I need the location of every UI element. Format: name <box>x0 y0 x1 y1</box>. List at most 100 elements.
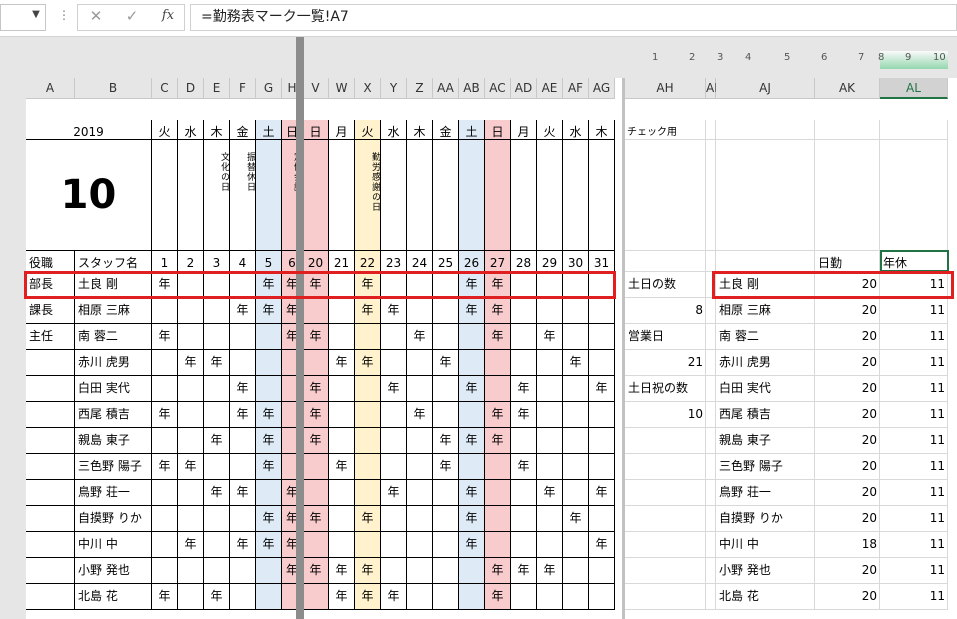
column-header-c[interactable]: C <box>152 78 178 99</box>
check-stat-cell[interactable]: 営業日 <box>625 324 706 350</box>
weekday-cell[interactable]: 水 <box>178 120 204 140</box>
leave-mark-cell[interactable]: 年 <box>256 402 282 428</box>
check-annual-leave-cell[interactable]: 11 <box>880 324 948 350</box>
check-annual-leave-cell[interactable]: 11 <box>880 584 948 610</box>
check-stat-cell[interactable] <box>625 584 706 610</box>
column-header-ab[interactable]: AB <box>459 78 485 99</box>
staff-name-cell[interactable]: 西尾 積吉 <box>75 402 152 428</box>
check-stat-cell[interactable] <box>625 558 706 584</box>
weekday-cell[interactable]: 火 <box>537 120 563 140</box>
check-annual-leave-cell[interactable]: 11 <box>880 298 948 324</box>
leave-mark-cell[interactable] <box>204 402 230 428</box>
insert-function-button[interactable]: fx <box>155 6 181 26</box>
leave-mark-cell[interactable] <box>204 298 230 324</box>
leave-mark-cell[interactable]: 年 <box>485 298 511 324</box>
leave-mark-cell[interactable]: 年 <box>433 428 459 454</box>
check-workdays-cell[interactable]: 20 <box>815 584 880 610</box>
check-staff-name-cell[interactable]: 自摸野 りか <box>716 506 815 532</box>
leave-mark-cell[interactable] <box>407 558 433 584</box>
check-stat-cell[interactable]: 21 <box>625 350 706 376</box>
leave-mark-cell[interactable] <box>152 558 178 584</box>
weekday-cell[interactable]: 土 <box>459 120 485 140</box>
weekday-cell[interactable]: 木 <box>407 120 433 140</box>
weekday-cell[interactable]: 火 <box>152 120 178 140</box>
day-number-cell[interactable]: 23 <box>381 251 407 272</box>
check-stat-cell[interactable] <box>625 428 706 454</box>
month-cell[interactable]: 10 <box>26 140 152 251</box>
column-header-y[interactable]: Y <box>381 78 407 99</box>
leave-mark-cell[interactable] <box>511 506 537 532</box>
leave-mark-cell[interactable] <box>459 584 485 610</box>
weekday-cell[interactable]: 木 <box>589 120 615 140</box>
check-workdays-cell[interactable]: 20 <box>815 324 880 350</box>
leave-mark-cell[interactable] <box>178 402 204 428</box>
leave-mark-cell[interactable]: 年 <box>256 454 282 480</box>
check-workdays-cell[interactable]: 20 <box>815 428 880 454</box>
leave-mark-cell[interactable] <box>355 480 381 506</box>
leave-mark-cell[interactable]: 年 <box>152 584 178 610</box>
column-header-z[interactable]: Z <box>407 78 433 99</box>
holiday-note-cell[interactable] <box>178 140 204 251</box>
staff-name-cell[interactable]: 北島 花 <box>75 584 152 610</box>
check-annual-leave-cell[interactable]: 11 <box>880 454 948 480</box>
leave-mark-cell[interactable] <box>381 532 407 558</box>
empty-cell[interactable] <box>706 324 716 350</box>
leave-mark-cell[interactable]: 年 <box>230 480 256 506</box>
holiday-note-cell[interactable] <box>589 140 615 251</box>
leave-mark-cell[interactable] <box>563 558 589 584</box>
leave-mark-cell[interactable] <box>485 350 511 376</box>
leave-mark-cell[interactable] <box>433 506 459 532</box>
column-header-b[interactable]: B <box>75 78 152 99</box>
leave-mark-cell[interactable] <box>433 532 459 558</box>
check-stat-cell[interactable] <box>625 506 706 532</box>
empty-cell[interactable] <box>706 140 716 251</box>
leave-mark-cell[interactable] <box>485 376 511 402</box>
empty-cell[interactable] <box>706 532 716 558</box>
leave-mark-cell[interactable] <box>433 324 459 350</box>
leave-mark-cell[interactable] <box>256 324 282 350</box>
staff-name-cell[interactable]: 小野 発也 <box>75 558 152 584</box>
leave-mark-cell[interactable] <box>152 350 178 376</box>
leave-mark-cell[interactable]: 年 <box>303 402 329 428</box>
leave-mark-cell[interactable]: 年 <box>485 428 511 454</box>
formula-bar-grip-icon[interactable]: ⋮ <box>58 8 70 26</box>
holiday-note-cell[interactable] <box>407 140 433 251</box>
check-workdays-cell[interactable]: 20 <box>815 506 880 532</box>
check-staff-name-cell[interactable]: 北島 花 <box>716 584 815 610</box>
empty-cell[interactable] <box>625 140 706 251</box>
staff-role-cell[interactable] <box>26 506 75 532</box>
leave-mark-cell[interactable] <box>511 428 537 454</box>
leave-mark-cell[interactable]: 年 <box>589 376 615 402</box>
holiday-note-cell[interactable]: 勤労感謝の日 <box>355 140 381 251</box>
day-number-cell[interactable]: 22 <box>355 251 381 272</box>
staff-role-cell[interactable] <box>26 480 75 506</box>
leave-mark-cell[interactable]: 年 <box>303 506 329 532</box>
weekday-cell[interactable]: 火 <box>355 120 381 140</box>
leave-mark-cell[interactable]: 年 <box>355 558 381 584</box>
leave-mark-cell[interactable] <box>355 402 381 428</box>
empty-cell[interactable] <box>625 251 706 272</box>
leave-mark-cell[interactable] <box>256 480 282 506</box>
leave-mark-cell[interactable]: 年 <box>511 454 537 480</box>
leave-mark-cell[interactable]: 年 <box>407 324 433 350</box>
leave-mark-cell[interactable]: 年 <box>537 480 563 506</box>
day-number-cell[interactable]: 29 <box>537 251 563 272</box>
leave-mark-cell[interactable] <box>589 428 615 454</box>
leave-mark-cell[interactable] <box>537 532 563 558</box>
empty-cell[interactable] <box>706 428 716 454</box>
leave-mark-cell[interactable] <box>407 298 433 324</box>
leave-mark-cell[interactable] <box>178 480 204 506</box>
empty-cell[interactable] <box>706 402 716 428</box>
holiday-note-cell[interactable] <box>511 140 537 251</box>
leave-mark-cell[interactable] <box>355 532 381 558</box>
check-workdays-cell[interactable]: 20 <box>815 298 880 324</box>
holiday-note-cell[interactable]: 文化の日 <box>204 140 230 251</box>
leave-mark-cell[interactable] <box>303 532 329 558</box>
leave-mark-cell[interactable] <box>204 454 230 480</box>
leave-mark-cell[interactable] <box>204 558 230 584</box>
leave-mark-cell[interactable] <box>355 454 381 480</box>
holiday-note-cell[interactable] <box>537 140 563 251</box>
staff-name-cell[interactable]: 中川 中 <box>75 532 152 558</box>
leave-mark-cell[interactable]: 年 <box>152 324 178 350</box>
outline-level-4[interactable]: 4 <box>745 52 751 63</box>
